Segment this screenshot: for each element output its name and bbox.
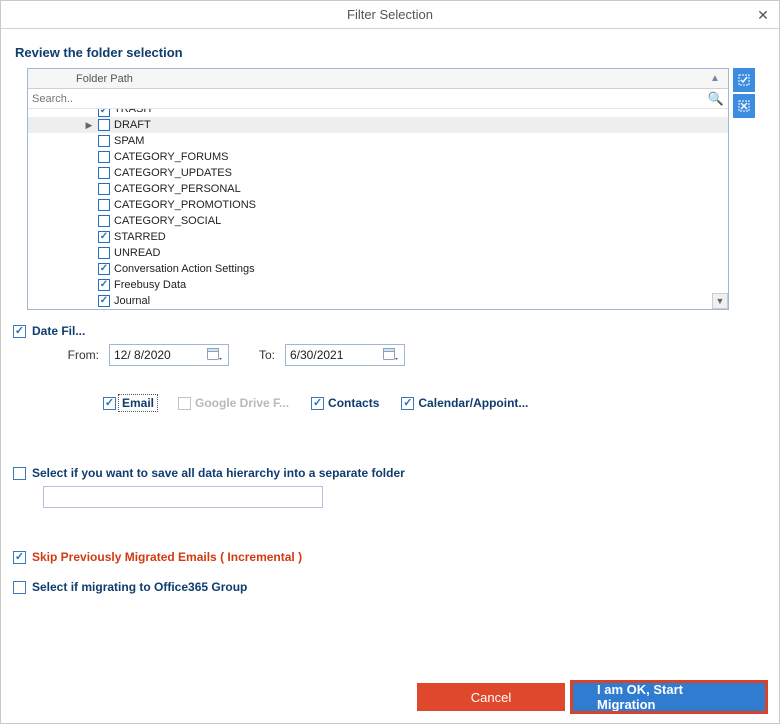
search-input[interactable] (28, 89, 706, 108)
folder-label: Freebusy Data (114, 277, 186, 293)
type-contacts-checkbox[interactable] (311, 397, 324, 410)
type-drive: Google Drive F... (178, 396, 289, 410)
review-header: Review the folder selection (15, 45, 767, 60)
window-title: Filter Selection (347, 7, 433, 22)
skip-label: Skip Previously Migrated Emails ( Increm… (32, 550, 302, 564)
from-date-field[interactable]: 12/ 8/2020 (109, 344, 229, 366)
from-date-value: 12/ 8/2020 (114, 348, 171, 362)
type-filter-row: Email Google Drive F... Contacts Calenda… (103, 396, 767, 410)
folder-checkbox[interactable] (98, 183, 110, 195)
folder-checkbox[interactable] (98, 199, 110, 211)
folder-row[interactable]: TRASH (28, 109, 728, 117)
folder-row[interactable]: CATEGORY_PROMOTIONS (28, 197, 728, 213)
folder-label: STARRED (114, 229, 166, 245)
to-label: To: (239, 348, 275, 362)
folder-label: CATEGORY_UPDATES (114, 165, 232, 181)
folder-tree[interactable]: TRASH ▶ DRAFTSPAMCATEGORY_FORUMSCATEGORY_U… (28, 109, 728, 309)
folder-row[interactable]: Freebusy Data (28, 277, 728, 293)
folder-checkbox[interactable] (98, 263, 110, 275)
date-filter-checkbox[interactable] (13, 325, 26, 338)
o365-checkbox[interactable] (13, 581, 26, 594)
folder-label: CATEGORY_PROMOTIONS (114, 197, 256, 213)
folder-checkbox[interactable] (98, 231, 110, 243)
close-icon[interactable]: ✕ (747, 1, 779, 29)
folder-row[interactable]: CATEGORY_SOCIAL (28, 213, 728, 229)
cancel-button[interactable]: Cancel (417, 683, 565, 711)
folder-label: UNREAD (114, 245, 160, 261)
type-drive-checkbox (178, 397, 191, 410)
search-icon[interactable]: 🔍 (708, 91, 724, 107)
folder-checkbox[interactable] (98, 151, 110, 163)
hierarchy-folder-input[interactable] (43, 486, 323, 508)
folder-checkbox[interactable] (98, 215, 110, 227)
folder-checkbox[interactable] (98, 119, 110, 131)
folder-row[interactable]: Journal (28, 293, 728, 309)
folder-label: TRASH (114, 109, 151, 117)
folder-row[interactable]: CATEGORY_PERSONAL (28, 181, 728, 197)
folder-checkbox[interactable] (98, 279, 110, 291)
skip-checkbox[interactable] (13, 551, 26, 564)
calendar-dropdown-icon[interactable] (382, 347, 400, 363)
grid-search-row: 🔍 (28, 89, 728, 109)
folder-label: CATEGORY_SOCIAL (114, 213, 221, 229)
expander-icon[interactable]: ▶ (84, 117, 94, 133)
folder-row[interactable]: ▶ DRAFT (28, 117, 728, 133)
sort-arrow-icon[interactable]: ▲ (708, 72, 722, 86)
to-date-value: 6/30/2021 (290, 348, 343, 362)
folder-label: CATEGORY_PERSONAL (114, 181, 241, 197)
deselect-all-button[interactable] (733, 94, 755, 118)
folder-checkbox[interactable] (98, 247, 110, 259)
folder-label: Journal (114, 293, 150, 309)
start-migration-button[interactable]: I am OK, Start Migration (573, 683, 765, 711)
o365-label: Select if migrating to Office365 Group (32, 580, 247, 594)
o365-checkbox-row: Select if migrating to Office365 Group (13, 580, 767, 594)
folder-row[interactable]: SPAM (28, 133, 728, 149)
scroll-down-icon[interactable]: ▼ (712, 293, 728, 309)
to-date-field[interactable]: 6/30/2021 (285, 344, 405, 366)
hierarchy-label: Select if you want to save all data hier… (32, 466, 405, 480)
folder-label: Conversation Action Settings (114, 261, 255, 277)
folder-label: DRAFT (114, 117, 151, 133)
folder-row[interactable]: CATEGORY_UPDATES (28, 165, 728, 181)
type-email-checkbox[interactable] (103, 397, 116, 410)
folder-label: SPAM (114, 133, 144, 149)
type-calendar[interactable]: Calendar/Appoint... (401, 396, 528, 410)
select-all-button[interactable] (733, 68, 755, 92)
folder-row[interactable]: Conversation Action Settings (28, 261, 728, 277)
type-email[interactable]: Email (103, 396, 156, 410)
folder-checkbox[interactable] (98, 135, 110, 147)
calendar-dropdown-icon[interactable] (206, 347, 224, 363)
hierarchy-checkbox[interactable] (13, 467, 26, 480)
folder-grid: Folder Path ▲ 🔍 TRASH▶DRAFTSPAMCATEGORY_… (27, 68, 729, 310)
folder-checkbox[interactable] (98, 167, 110, 179)
grid-column-header[interactable]: Folder Path ▲ (28, 69, 728, 89)
type-calendar-label: Calendar/Appoint... (418, 396, 528, 410)
type-drive-label: Google Drive F... (195, 396, 289, 410)
type-contacts[interactable]: Contacts (311, 396, 379, 410)
type-contacts-label: Contacts (328, 396, 379, 410)
folder-row[interactable]: STARRED (28, 229, 728, 245)
folder-row[interactable]: UNREAD (28, 245, 728, 261)
folder-checkbox[interactable] (98, 295, 110, 307)
type-calendar-checkbox[interactable] (401, 397, 414, 410)
titlebar: Filter Selection ✕ (1, 1, 779, 29)
date-filter-label: Date Fil... (32, 324, 85, 338)
folder-checkbox[interactable] (98, 109, 110, 117)
skip-checkbox-row: Skip Previously Migrated Emails ( Increm… (13, 550, 767, 564)
type-email-label: Email (120, 396, 156, 410)
folder-label: CATEGORY_FORUMS (114, 149, 229, 165)
folder-row[interactable]: CATEGORY_FORUMS (28, 149, 728, 165)
column-label: Folder Path (76, 73, 133, 85)
from-label: From: (63, 348, 99, 362)
date-filter-checkbox-row: Date Fil... (13, 324, 767, 338)
hierarchy-checkbox-row: Select if you want to save all data hier… (13, 466, 767, 480)
